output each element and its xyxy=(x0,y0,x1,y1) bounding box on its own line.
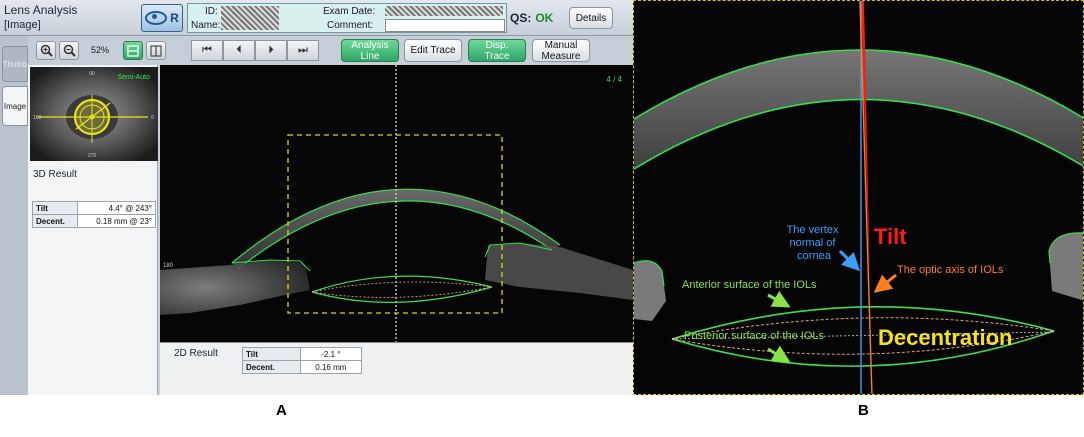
tilt-label: Tilt xyxy=(242,347,301,361)
qs-label: QS: xyxy=(510,11,532,25)
table-row: Tilt -2.1 ° xyxy=(242,347,363,361)
eye-side-label: R xyxy=(170,11,179,25)
comment-label: Comment: xyxy=(327,20,374,31)
tilt-label: Tilt xyxy=(874,224,907,249)
eye-photo: Semi-Auto 90 270 180 0 xyxy=(30,67,158,161)
patient-info-box: ID: Name: Exam Date: Comment: xyxy=(187,3,507,33)
single-view-icon xyxy=(150,44,162,57)
posterior-surface-label: Posterior surface of the IOLs xyxy=(684,330,825,342)
thumb-tick-bottom: 270 xyxy=(88,153,97,159)
layout-single-button[interactable] xyxy=(146,41,166,60)
prev-image-button[interactable]: ⏴ xyxy=(223,40,255,61)
panel-label-b: B xyxy=(858,402,869,419)
vertex-label-line3: cornea xyxy=(797,250,832,262)
quality-score: QS: OK xyxy=(510,11,553,25)
decent-3d-value: 0.18 mm @ 23° xyxy=(76,214,157,228)
eye-select-button[interactable]: R xyxy=(141,4,183,32)
table-row: Decent. 0.16 mm xyxy=(242,360,363,374)
disp-trace-button[interactable]: Disp. Trace xyxy=(468,39,526,62)
annotated-oct-figure: The vertex normal of cornea Tilt The opt… xyxy=(634,1,1083,394)
id-label: ID: xyxy=(205,6,218,17)
optic-axis-label: The optic axis of IOLs xyxy=(897,264,1004,276)
details-button[interactable]: Details xyxy=(569,7,613,29)
lens-analysis-window: Lens Analysis [Image] R ID: Name: Exam D… xyxy=(0,0,633,395)
image-counter: 4 / 4 xyxy=(606,75,622,84)
qs-value: OK xyxy=(535,11,554,25)
redacted-id-name xyxy=(221,6,279,30)
tab-thumbnail[interactable]: Thumb xyxy=(2,46,28,82)
first-image-button[interactable]: ⏮ xyxy=(191,40,223,61)
tab-image[interactable]: Image xyxy=(2,86,28,126)
oct-tick-left: 180 xyxy=(163,263,174,269)
decent-label: Decent. xyxy=(32,214,78,228)
manual-measure-button[interactable]: Manual Measure xyxy=(532,39,590,62)
result-2d-panel xyxy=(160,342,633,395)
next-image-button[interactable]: ⏵ xyxy=(255,40,287,61)
table-row: Decent. 0.18 mm @ 23° xyxy=(32,214,157,228)
zoom-in-button[interactable] xyxy=(36,41,56,60)
tilt-2d-value: -2.1 ° xyxy=(299,347,363,361)
panel-label-a: A xyxy=(276,402,287,419)
annotated-oct-zoom: The vertex normal of cornea Tilt The opt… xyxy=(633,0,1084,395)
zoom-in-icon xyxy=(40,44,53,57)
exam-date-label: Exam Date: xyxy=(323,6,376,17)
decentration-label: Decentration xyxy=(878,325,1012,350)
tilt-3d-value: 4.4° @ 243° xyxy=(76,201,157,215)
oct-scan: 4 / 4 180 xyxy=(160,65,633,342)
analysis-line-button[interactable]: Analysis Line xyxy=(341,39,399,62)
split-view-icon xyxy=(127,44,139,57)
vertex-label-line1: The vertex xyxy=(786,224,838,236)
anterior-surface-label: Anterior surface of the IOLs xyxy=(682,279,817,291)
analysis-mode-label: Semi-Auto xyxy=(117,74,150,81)
vertex-label-line2: normal of xyxy=(790,237,837,249)
name-label: Name: xyxy=(191,20,221,31)
decent-label: Decent. xyxy=(242,360,301,374)
last-image-button[interactable]: ⏭ xyxy=(287,40,319,61)
table-row: Tilt 4.4° @ 243° xyxy=(32,201,157,215)
result-2d-heading: 2D Result xyxy=(174,348,218,359)
vertex-normal-label: The vertex normal of cornea xyxy=(786,224,841,262)
tilt-label: Tilt xyxy=(32,201,78,215)
thumb-tick-top: 90 xyxy=(89,71,95,77)
anterior-eye-thumbnail[interactable]: Semi-Auto 90 270 180 0 xyxy=(30,67,158,161)
layout-split-button[interactable] xyxy=(123,41,143,60)
zoom-out-button[interactable] xyxy=(59,41,79,60)
redacted-exam-date xyxy=(385,6,503,16)
thumb-tick-right: 0 xyxy=(151,115,154,121)
result-3d-table: Tilt 4.4° @ 243° Decent. 0.18 mm @ 23° xyxy=(32,201,157,228)
window-subtitle: [Image] xyxy=(4,19,41,31)
result-3d-heading: 3D Result xyxy=(33,169,77,180)
thumb-tick-left: 180 xyxy=(33,115,42,121)
zoom-out-icon xyxy=(63,44,76,57)
eye-icon xyxy=(145,11,168,25)
edit-trace-button[interactable]: Edit Trace xyxy=(404,39,462,62)
decent-2d-value: 0.16 mm xyxy=(299,360,363,374)
comment-field[interactable] xyxy=(385,19,505,32)
zoom-level: 52% xyxy=(91,45,110,55)
result-2d-table: Tilt -2.1 ° Decent. 0.16 mm xyxy=(242,347,363,374)
window-title: Lens Analysis xyxy=(4,3,78,17)
oct-image-view[interactable]: 4 / 4 180 xyxy=(160,65,633,342)
